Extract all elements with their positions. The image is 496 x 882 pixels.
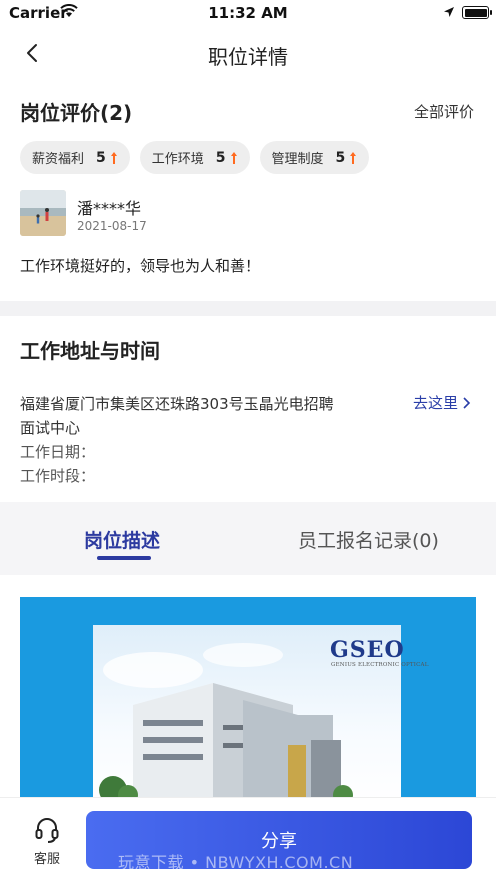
work-time-label: 工作时段： xyxy=(20,467,96,485)
section-divider xyxy=(0,301,496,316)
up-arrow-icon xyxy=(110,151,117,164)
address-line: 福建省厦门市集美区还珠路303号玉晶光电招聘 xyxy=(20,395,334,413)
page-title: 职位详情 xyxy=(208,45,288,69)
rating-tag-environment: 工作环境 5 xyxy=(139,141,250,174)
rating-score: 5 xyxy=(335,149,346,166)
tab-job-description[interactable]: 岗位描述 xyxy=(84,526,160,553)
rating-tag-salary: 薪资福利 5 xyxy=(20,141,130,174)
location-arrow-icon xyxy=(444,7,454,17)
rating-tag-label: 薪资福利 xyxy=(32,152,85,167)
reviewer-name: 潘****华 xyxy=(77,199,142,218)
job-banner-image: GSEO GENIUS ELECTRONIC OPTICAL xyxy=(20,597,476,797)
customer-service-label: 客服 xyxy=(33,852,60,867)
location-title: 工作地址与时间 xyxy=(20,339,160,363)
review-date: 2021-08-17 xyxy=(77,219,147,233)
brand-subtitle: GENIUS ELECTRONIC OPTICAL xyxy=(331,662,429,668)
headset-icon xyxy=(35,818,59,843)
nav-bar: 职位详情 xyxy=(0,32,496,76)
tab-bar: 岗位描述 员工报名记录(0) xyxy=(0,502,496,575)
rating-score: 5 xyxy=(96,149,106,166)
rating-score: 5 xyxy=(215,149,226,166)
address-line: 面试中心 xyxy=(20,419,81,437)
watermark-text: 玩意下载 • NBWYXH.COM.CN xyxy=(118,853,354,872)
rating-tag-management: 管理制度 5 xyxy=(259,141,370,174)
customer-service-button[interactable]: 客服 xyxy=(22,816,72,867)
up-arrow-icon xyxy=(230,151,237,164)
avatar xyxy=(20,190,66,236)
work-date-label: 工作日期： xyxy=(20,443,96,461)
status-bar: Carrier 11:32 AM xyxy=(0,0,496,26)
status-time: 11:32 AM xyxy=(208,4,288,22)
active-tab-indicator xyxy=(97,556,151,560)
go-there-label: 去这里 xyxy=(413,394,459,412)
rating-tag-label: 管理制度 xyxy=(271,152,324,167)
up-arrow-icon xyxy=(350,151,357,164)
go-there-link[interactable]: 去这里 xyxy=(413,392,471,413)
rating-tags: 薪资福利 5 工作环境 5 管理制度 5 xyxy=(20,141,370,174)
brand-logo-text: GSEO xyxy=(330,637,405,663)
review-text: 工作环境挺好的，领导也为人和善！ xyxy=(20,257,261,275)
reviews-title: 岗位评价(2) xyxy=(20,101,133,125)
battery-icon xyxy=(462,6,492,19)
all-reviews-link[interactable]: 全部评价 xyxy=(414,101,474,122)
chevron-right-icon xyxy=(463,396,471,409)
address-text: 福建省厦门市集美区还珠路303号玉晶光电招聘 面试中心 xyxy=(20,392,350,440)
tab-signup-records[interactable]: 员工报名记录(0) xyxy=(298,526,439,553)
rating-tag-label: 工作环境 xyxy=(151,152,204,167)
